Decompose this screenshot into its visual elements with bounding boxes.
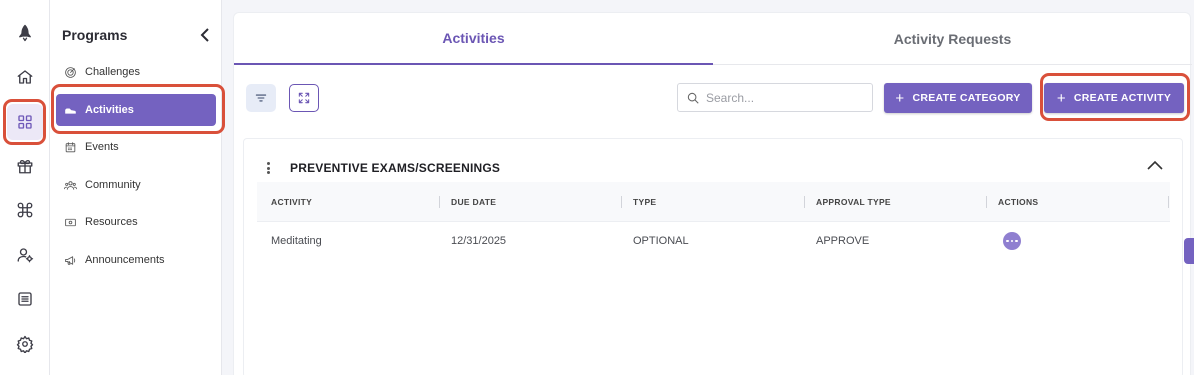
megaphone-icon [63,253,77,267]
cell-due-date: 12/31/2025 [451,235,507,247]
search-icon [687,92,699,104]
create-activity-button[interactable]: + CREATE ACTIVITY [1044,83,1184,113]
create-category-button[interactable]: + CREATE CATEGORY [884,83,1032,113]
column-divider [1168,196,1169,208]
resource-icon [63,215,77,229]
rocket-icon[interactable] [7,15,43,51]
column-divider [986,196,987,208]
plus-icon: + [1056,89,1066,107]
grid-icon[interactable] [7,104,43,140]
search-box [677,83,873,112]
sidebar-item-activities[interactable]: Activities [56,94,216,126]
filter-button[interactable] [246,84,276,112]
settings-icon[interactable] [7,326,43,362]
cell-type: OPTIONAL [633,235,689,247]
more-actions-icon[interactable] [1003,232,1021,250]
cell-activity: Meditating [271,235,322,247]
cell-approval-type: APPROVE [816,235,870,247]
expand-button[interactable] [289,84,319,112]
filter-icon [255,94,267,102]
category-panel: PREVENTIVE EXAMS/SCREENINGS ACTIVITY DUE… [243,138,1183,375]
table-row[interactable]: Meditating 12/31/2025 OPTIONAL APPROVE [257,223,1170,259]
side-drawer-handle[interactable] [1184,238,1194,264]
sidebar-item-challenges[interactable]: Challenges [56,56,216,88]
expand-icon [298,92,310,104]
sidebar-item-community[interactable]: Community [56,169,216,201]
column-header-approval-type: APPROVAL TYPE [816,197,891,207]
table-header: ACTIVITY DUE DATE TYPE APPROVAL TYPE ACT… [257,182,1170,222]
gift-icon[interactable] [7,148,43,184]
column-divider [621,196,622,208]
icon-rail [0,0,50,375]
search-input[interactable] [706,90,856,105]
sidebar-item-events[interactable]: Events [56,131,216,163]
column-divider [804,196,805,208]
sidebar-item-label: Community [85,179,141,191]
command-icon[interactable] [7,192,43,228]
tab-activities[interactable]: Activities [234,13,713,65]
list-icon[interactable] [7,281,43,317]
sidebar-item-label: Challenges [85,66,141,78]
calendar-icon [63,140,77,154]
home-icon[interactable] [7,59,43,95]
collapse-sidebar-button[interactable] [197,26,213,44]
plus-icon: + [895,89,905,107]
people-icon [63,178,77,192]
sidebar-title: Programs [62,27,128,43]
shoe-icon [63,103,77,117]
tab-bar: Activities Activity Requests [234,13,1192,65]
category-title: PREVENTIVE EXAMS/SCREENINGS [290,161,501,175]
column-header-due-date: DUE DATE [451,197,497,207]
column-header-activity: ACTIVITY [271,197,313,207]
tab-activity-requests[interactable]: Activity Requests [713,13,1192,65]
app-root: Programs Challenges Activities Events Co… [0,0,1194,375]
target-icon [63,65,77,79]
create-activity-label: CREATE ACTIVITY [1073,92,1172,104]
sidebar-item-label: Announcements [85,254,165,266]
create-category-label: CREATE CATEGORY [912,92,1021,104]
column-header-type: TYPE [633,197,657,207]
sidebar-item-label: Resources [85,216,138,228]
chevron-up-icon[interactable] [1147,158,1165,174]
sidebar-item-announcements[interactable]: Announcements [56,244,216,276]
sidebar-item-label: Activities [85,104,134,116]
programs-sidebar: Programs Challenges Activities Events Co… [50,0,222,375]
user-settings-icon[interactable] [7,237,43,273]
sidebar-item-resources[interactable]: Resources [56,206,216,238]
main-card: Activities Activity Requests + CREATE CA… [233,12,1192,375]
column-header-actions: ACTIONS [998,197,1039,207]
chevron-left-icon [200,28,209,42]
column-divider [439,196,440,208]
kebab-menu-icon[interactable] [264,160,272,176]
sidebar-item-label: Events [85,141,119,153]
